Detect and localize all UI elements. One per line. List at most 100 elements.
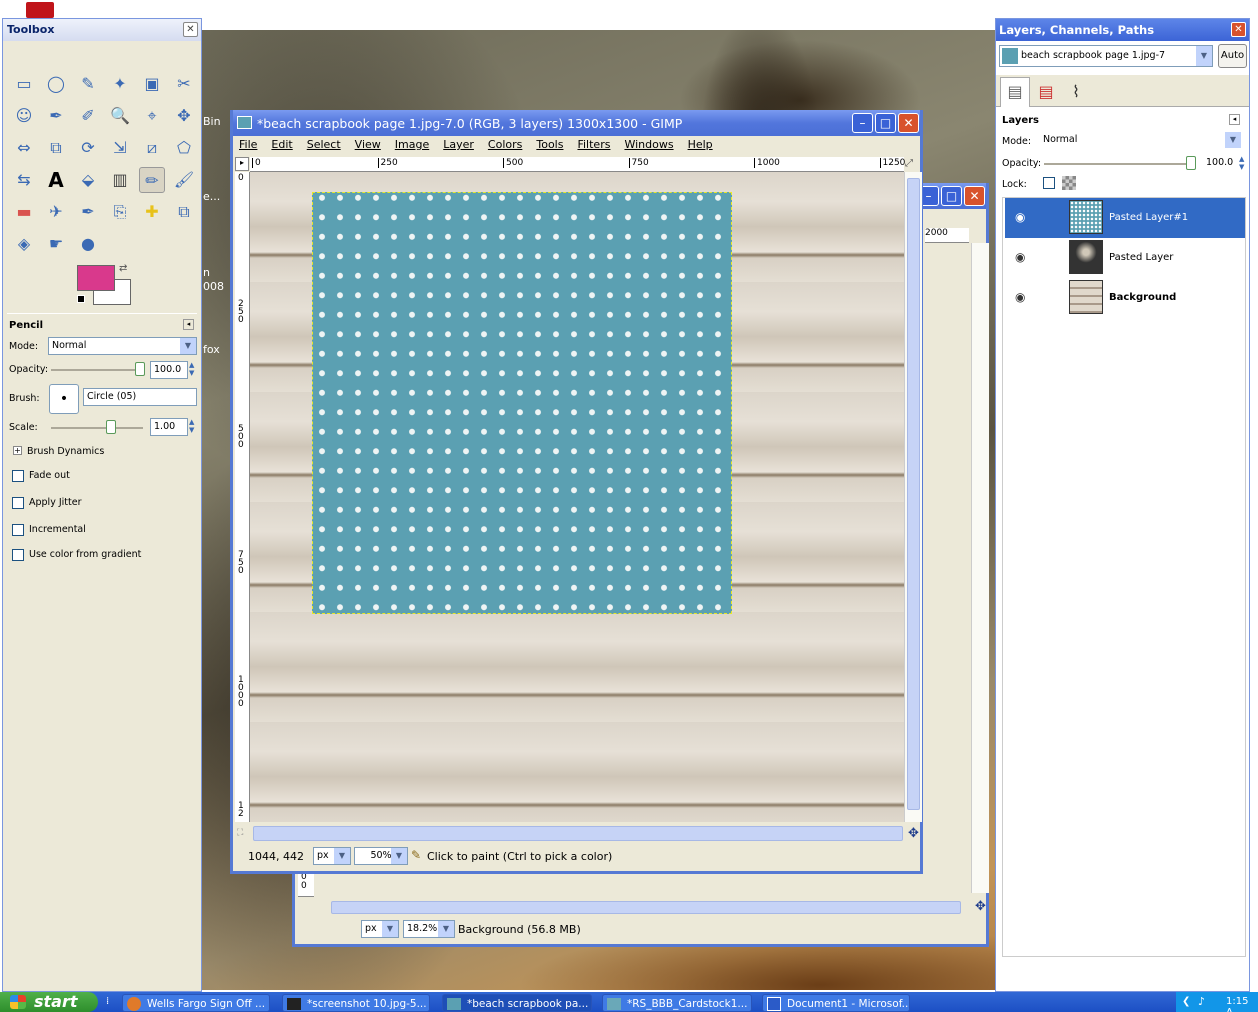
eraser-icon[interactable]: ▬ xyxy=(11,199,37,225)
swap-colors-icon[interactable]: ⇄ xyxy=(119,263,127,274)
menu-help[interactable]: Help xyxy=(688,138,713,151)
volume-icon[interactable]: ♪ xyxy=(1198,995,1205,1008)
eye-icon[interactable]: ◉ xyxy=(1015,210,1025,224)
layer-name[interactable]: Background xyxy=(1109,292,1176,303)
fade-out-checkbox[interactable] xyxy=(12,470,24,482)
rotate-icon[interactable]: ⟳ xyxy=(75,135,101,161)
horizontal-scrollbar[interactable] xyxy=(331,901,961,914)
color-select-icon[interactable]: ▣ xyxy=(139,71,165,97)
taskbar-item[interactable]: *screenshot 10.jpg-5... xyxy=(282,994,430,1012)
move-icon[interactable]: ✥ xyxy=(171,103,197,129)
unit-select[interactable]: px ▼ xyxy=(361,920,399,938)
desktop-shortcut-icon[interactable] xyxy=(26,2,54,18)
navigate-icon[interactable]: ✥ xyxy=(975,899,986,914)
default-colors-icon[interactable] xyxy=(77,295,85,303)
eye-icon[interactable]: ◉ xyxy=(1015,290,1025,304)
vertical-scrollbar[interactable] xyxy=(904,172,922,822)
menu-edit[interactable]: Edit xyxy=(271,138,292,151)
scale-spin-icon[interactable]: ▲ ▼ xyxy=(189,418,194,434)
paths-tab-icon[interactable]: ⌇ xyxy=(1062,79,1090,105)
text-icon[interactable]: A xyxy=(43,167,69,193)
heal-icon[interactable]: ✚ xyxy=(139,199,165,225)
menu-windows[interactable]: Windows xyxy=(624,138,673,151)
main-window-titlebar[interactable]: *beach scrapbook page 1.jpg-7.0 (RGB, 3 … xyxy=(233,110,920,136)
horizontal-scrollbar[interactable] xyxy=(253,826,903,841)
unit-select[interactable]: px ▼ xyxy=(313,847,351,865)
bucket-fill-icon[interactable]: ⬙ xyxy=(75,167,101,193)
incremental-checkbox[interactable] xyxy=(12,524,24,536)
opacity-spin-icon[interactable]: ▲ ▼ xyxy=(189,361,194,377)
tool-options-menu-icon[interactable]: ◂ xyxy=(183,319,194,330)
lock-alpha-icon[interactable] xyxy=(1062,176,1076,190)
layer-opacity-spin-icon[interactable]: ▲ ▼ xyxy=(1239,155,1244,171)
taskbar-item[interactable]: *RS_BBB_Cardstock1... xyxy=(602,994,752,1012)
mode-select[interactable]: Normal ▼ xyxy=(48,337,197,355)
layer-opacity-value[interactable]: 100.0 xyxy=(1206,157,1233,168)
image-select[interactable]: beach scrapbook page 1.jpg-7 ▼ xyxy=(999,45,1213,67)
opacity-slider[interactable] xyxy=(51,369,143,371)
color-picker-icon[interactable]: ✐ xyxy=(75,103,101,129)
airbrush-icon[interactable]: ✈ xyxy=(43,199,69,225)
menu-filters[interactable]: Filters xyxy=(577,138,610,151)
align-icon[interactable]: ⇔ xyxy=(11,135,37,161)
layer-mode-select[interactable]: Normal ▼ xyxy=(1040,132,1241,150)
vertical-scroll-thumb[interactable] xyxy=(907,178,920,810)
clone-icon[interactable]: ⎘ xyxy=(107,199,133,225)
brush-preview[interactable]: • xyxy=(49,384,79,414)
paintbrush-icon[interactable]: 🖌 xyxy=(171,167,197,193)
ink-icon[interactable]: ✒ xyxy=(75,199,101,225)
dodge-burn-icon[interactable]: ● xyxy=(75,231,101,257)
layers-tab-icon[interactable]: ▤ xyxy=(1000,77,1030,107)
opacity-slider-handle[interactable] xyxy=(135,362,145,376)
maximize-button[interactable]: □ xyxy=(941,186,962,206)
eye-icon[interactable]: ◉ xyxy=(1015,250,1025,264)
navigate-icon[interactable]: ✥ xyxy=(908,826,919,841)
menu-file[interactable]: File xyxy=(239,138,257,151)
scale-slider[interactable] xyxy=(51,427,143,429)
paths-icon[interactable]: ✒ xyxy=(43,103,69,129)
lock-pixels-checkbox[interactable] xyxy=(1043,177,1055,189)
scissors-icon[interactable]: ✂ xyxy=(171,71,197,97)
crop-icon[interactable]: ⧉ xyxy=(43,135,69,161)
start-button[interactable]: start xyxy=(0,992,98,1012)
brush-name-field[interactable]: Circle (05) xyxy=(83,388,197,406)
perspective-clone-icon[interactable]: ⧉ xyxy=(171,199,197,225)
layer-name[interactable]: Pasted Layer xyxy=(1109,252,1173,263)
vertical-scrollbar[interactable] xyxy=(971,243,989,893)
menu-tools[interactable]: Tools xyxy=(536,138,563,151)
layers-close-button[interactable]: ✕ xyxy=(1231,22,1246,37)
layer-opacity-handle[interactable] xyxy=(1186,156,1196,170)
minimize-button[interactable]: – xyxy=(852,113,873,133)
tray-expand-icon[interactable]: ❮ xyxy=(1182,996,1190,1007)
toolbox-close-button[interactable]: ✕ xyxy=(183,22,198,37)
zoom-select[interactable]: 18.2% ▼ xyxy=(403,920,455,938)
quick-mask-icon[interactable]: ▸ xyxy=(235,157,249,171)
auto-button[interactable]: Auto xyxy=(1218,44,1247,68)
taskbar-item[interactable]: Document1 - Microsof... xyxy=(762,994,910,1012)
measure-icon[interactable]: ⌖ xyxy=(139,103,165,129)
brush-dynamics-expander[interactable]: Brush Dynamics xyxy=(27,446,104,457)
maximize-button[interactable]: □ xyxy=(875,113,896,133)
rect-select-icon[interactable]: ▭ xyxy=(11,71,37,97)
scale-icon[interactable]: ⇲ xyxy=(107,135,133,161)
gradient-color-checkbox[interactable] xyxy=(12,549,24,561)
close-button[interactable]: ✕ xyxy=(964,186,985,206)
layer-row[interactable]: ◉ Background xyxy=(1005,278,1245,318)
apply-jitter-checkbox[interactable] xyxy=(12,497,24,509)
menu-image[interactable]: Image xyxy=(395,138,429,151)
scale-slider-handle[interactable] xyxy=(106,420,116,434)
taskbar-item-active[interactable]: *beach scrapbook pa... xyxy=(442,994,592,1012)
flip-icon[interactable]: ⇆ xyxy=(11,167,37,193)
scale-input[interactable]: 1.00 xyxy=(150,418,188,436)
opacity-input[interactable]: 100.0 xyxy=(150,361,188,379)
layers-titlebar[interactable]: Layers, Channels, Paths ✕ xyxy=(996,19,1249,41)
layer-row[interactable]: ◉ Pasted Layer#1 xyxy=(1005,198,1245,238)
zoom-select[interactable]: 50% ▼ xyxy=(354,847,408,865)
free-select-icon[interactable]: ✎ xyxy=(75,71,101,97)
zoom-fit-icon[interactable]: ⤢ xyxy=(905,158,913,169)
navigate-corner-icon[interactable]: ⛶ xyxy=(237,828,243,838)
taskbar-item[interactable]: Wells Fargo Sign Off ... xyxy=(122,994,270,1012)
menu-view[interactable]: View xyxy=(355,138,381,151)
blur-icon[interactable]: ◈ xyxy=(11,231,37,257)
toolbox-titlebar[interactable]: Toolbox ✕ xyxy=(3,19,201,41)
